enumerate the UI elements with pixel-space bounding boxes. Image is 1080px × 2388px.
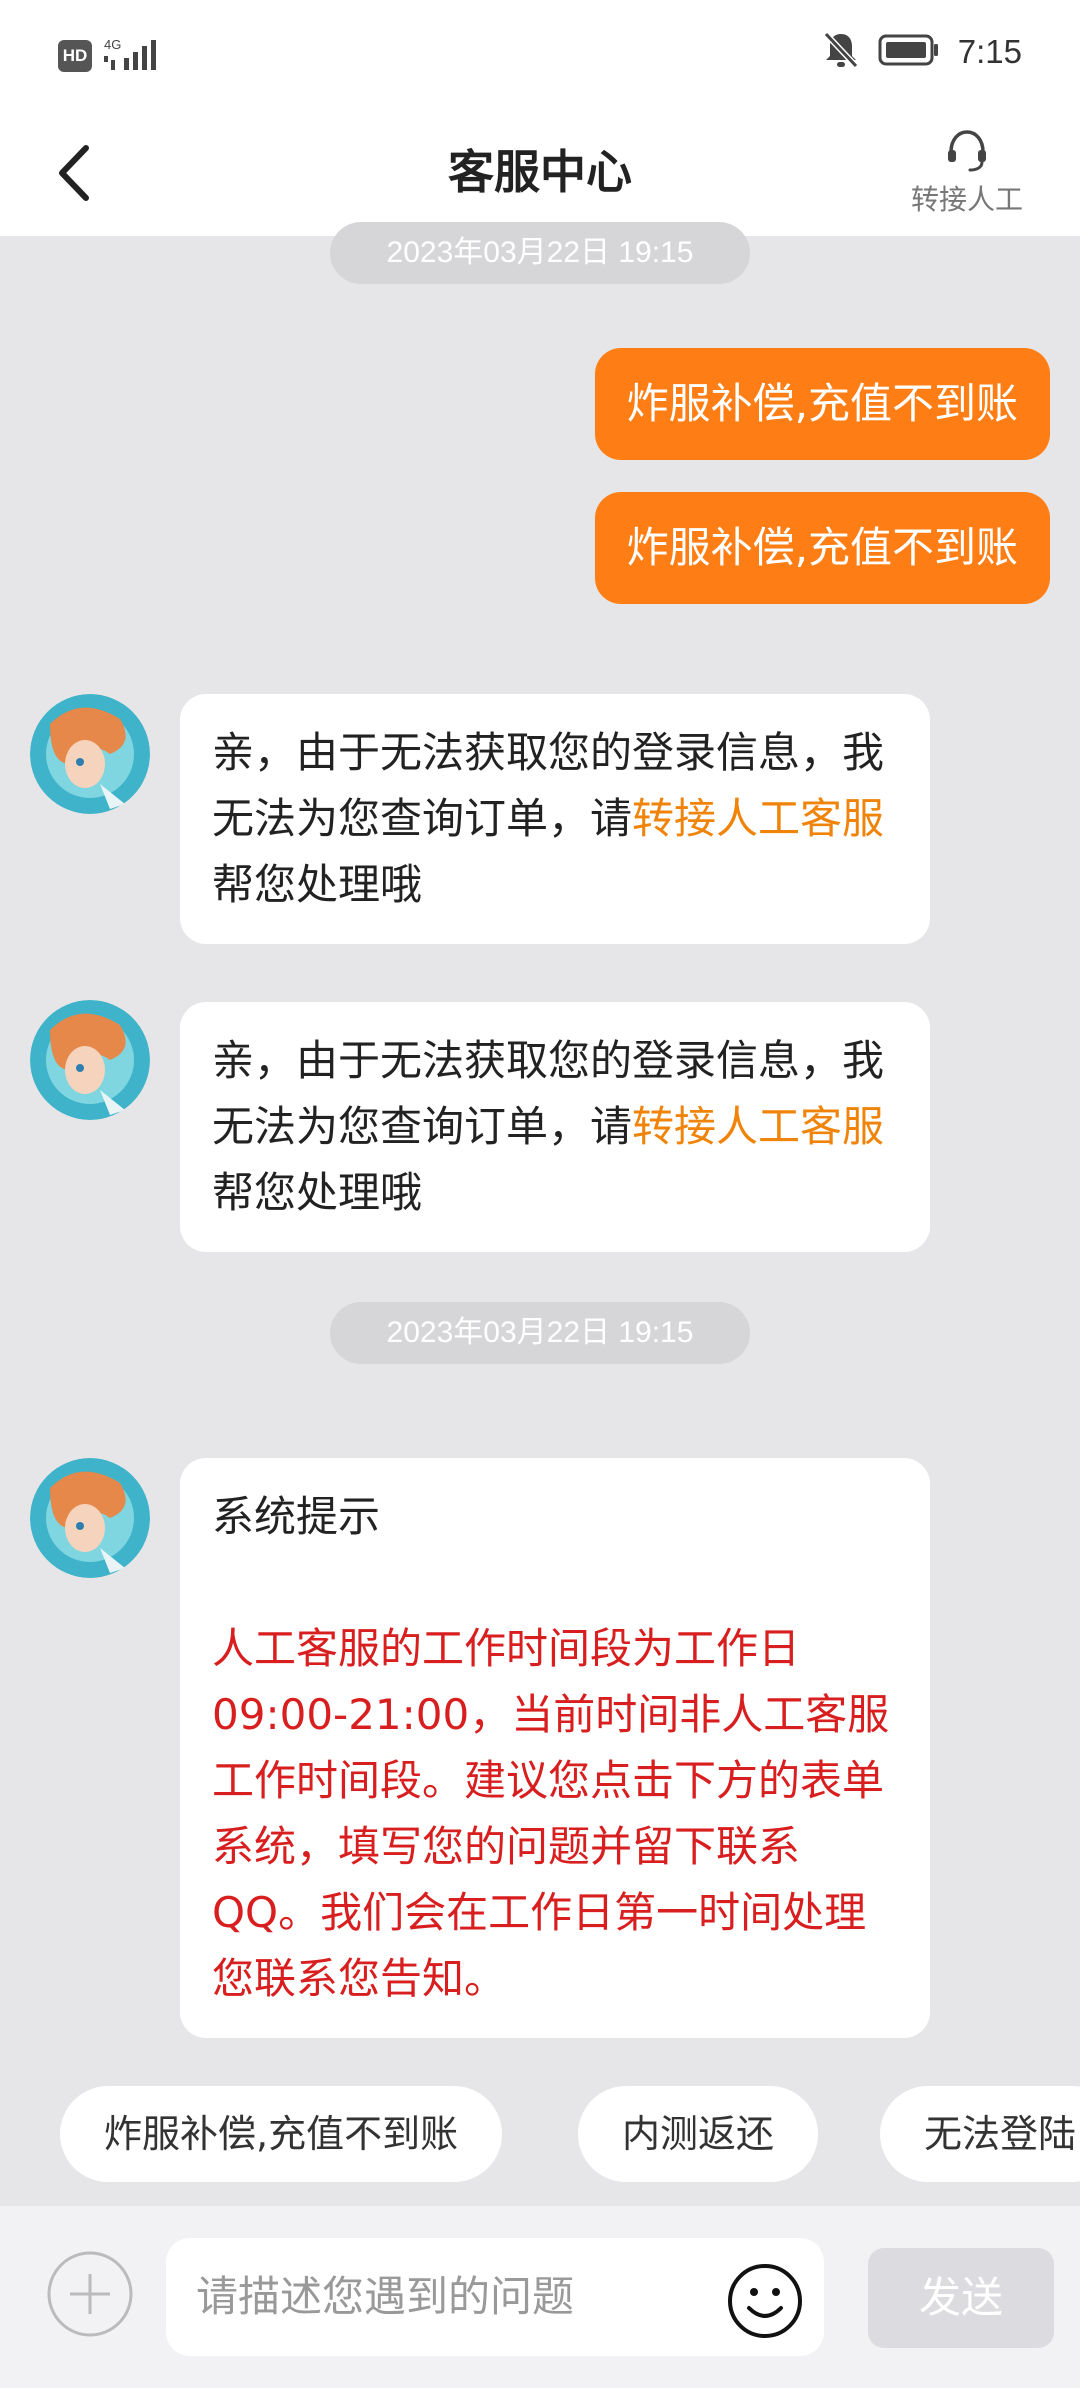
bot-avatar[interactable]	[30, 694, 150, 814]
emoji-button[interactable]	[726, 2262, 804, 2340]
bot-avatar[interactable]	[30, 1000, 150, 1120]
avatar-image	[30, 694, 150, 814]
quick-reply-chip[interactable]: 内测返还	[578, 2086, 819, 2182]
send-button[interactable]: 发送	[868, 2248, 1054, 2348]
timestamp-chip: 2023年03月22日 19:15	[330, 1302, 750, 1364]
quick-reply-row[interactable]: 炸服补偿,充值不到账 内测返还 无法登陆	[0, 2086, 1080, 2182]
transfer-agent-label: 转接人工	[910, 183, 1023, 216]
outgoing-message[interactable]: 炸服补偿,充值不到账	[594, 492, 1050, 604]
status-bar: HD 4G 7:15	[0, 0, 1080, 108]
plus-icon	[47, 2251, 133, 2337]
quick-reply-chip[interactable]: 无法登陆	[880, 2086, 1080, 2182]
outgoing-message[interactable]: 炸服补偿,充值不到账	[594, 348, 1050, 460]
app-header: 客服中心 转接人工	[0, 108, 1080, 236]
transfer-agent-button[interactable]: 转接人工	[902, 126, 1032, 226]
bot-message[interactable]: 亲，由于无法获取您的登录信息，我无法为您查询订单，请转接人工客服帮您处理哦	[180, 1002, 930, 1252]
bot-message-text-end: 帮您处理哦	[212, 860, 423, 909]
message-input-placeholder: 请描述您遇到的问题	[196, 2272, 575, 2321]
avatar-image	[30, 1458, 150, 1578]
hd-badge: HD	[58, 40, 92, 72]
battery-icon	[878, 33, 940, 71]
bot-avatar[interactable]	[30, 1458, 150, 1578]
system-notice-title: 系统提示	[212, 1492, 381, 1541]
status-time: 7:15	[957, 33, 1022, 70]
mute-bell-icon	[822, 30, 860, 74]
plus-button[interactable]	[46, 2250, 134, 2338]
bot-message[interactable]: 亲，由于无法获取您的登录信息，我无法为您查询订单，请转接人工客服帮您处理哦	[180, 694, 930, 944]
system-notice-body: 人工客服的工作时间段为工作日09:00-21:00，当前时间非人工客服工作时间段…	[212, 1624, 890, 2003]
emoji-icon	[728, 2264, 802, 2338]
avatar-image	[30, 1000, 150, 1120]
chat-area[interactable]: 2023年03月22日 19:15 炸服补偿,充值不到账 炸服补偿,充值不到账 …	[0, 222, 1080, 2206]
message-input[interactable]: 请描述您遇到的问题	[166, 2238, 824, 2356]
headset-icon	[948, 130, 986, 172]
transfer-agent-link[interactable]: 转接人工客服	[632, 1102, 884, 1151]
signal-icon: 4G	[102, 36, 158, 76]
transfer-agent-link[interactable]: 转接人工客服	[632, 794, 884, 843]
bot-message-text-end: 帮您处理哦	[212, 1168, 423, 1217]
quick-reply-chip[interactable]: 炸服补偿,充值不到账	[60, 2086, 503, 2182]
timestamp-chip: 2023年03月22日 19:15	[330, 222, 750, 284]
network-type-label: 4G	[104, 37, 121, 52]
system-notice-message[interactable]: 系统提示 人工客服的工作时间段为工作日09:00-21:00，当前时间非人工客服…	[180, 1458, 930, 2038]
input-bar: 请描述您遇到的问题 发送	[0, 2206, 1080, 2388]
